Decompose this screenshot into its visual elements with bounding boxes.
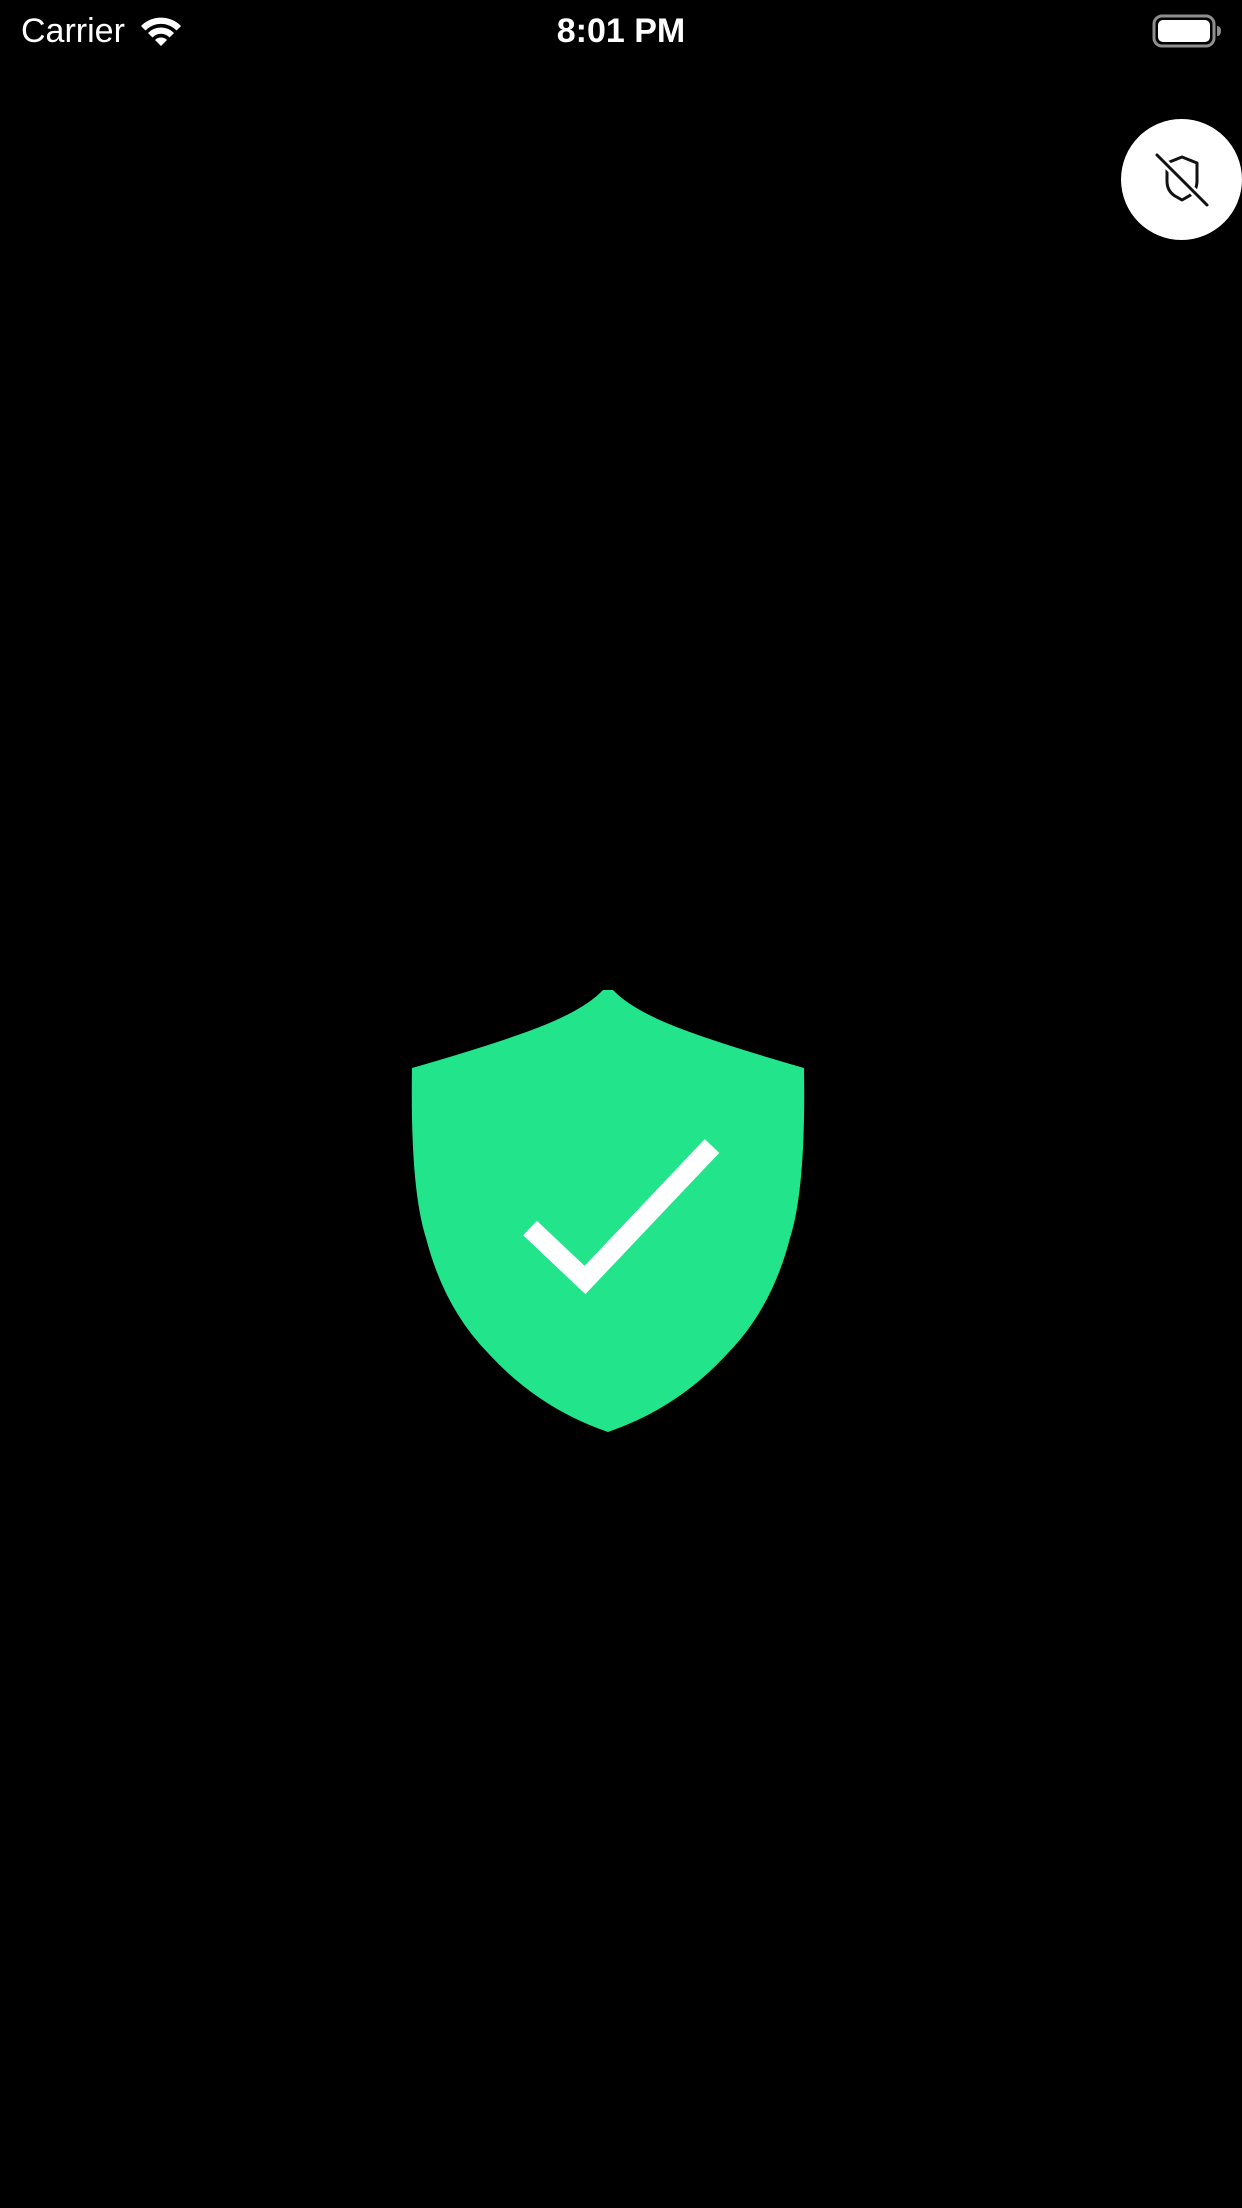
status-time: 8:01 PM <box>556 12 686 50</box>
battery-icon <box>1152 14 1221 48</box>
shield-toggle-button[interactable] <box>1121 119 1242 240</box>
shield-shape <box>411 990 805 1432</box>
shield-check-icon <box>411 990 805 1432</box>
protection-status <box>410 988 806 1440</box>
status-bar: Carrier 8:01 PM <box>0 0 1242 62</box>
shield-slash-icon <box>1152 150 1211 209</box>
